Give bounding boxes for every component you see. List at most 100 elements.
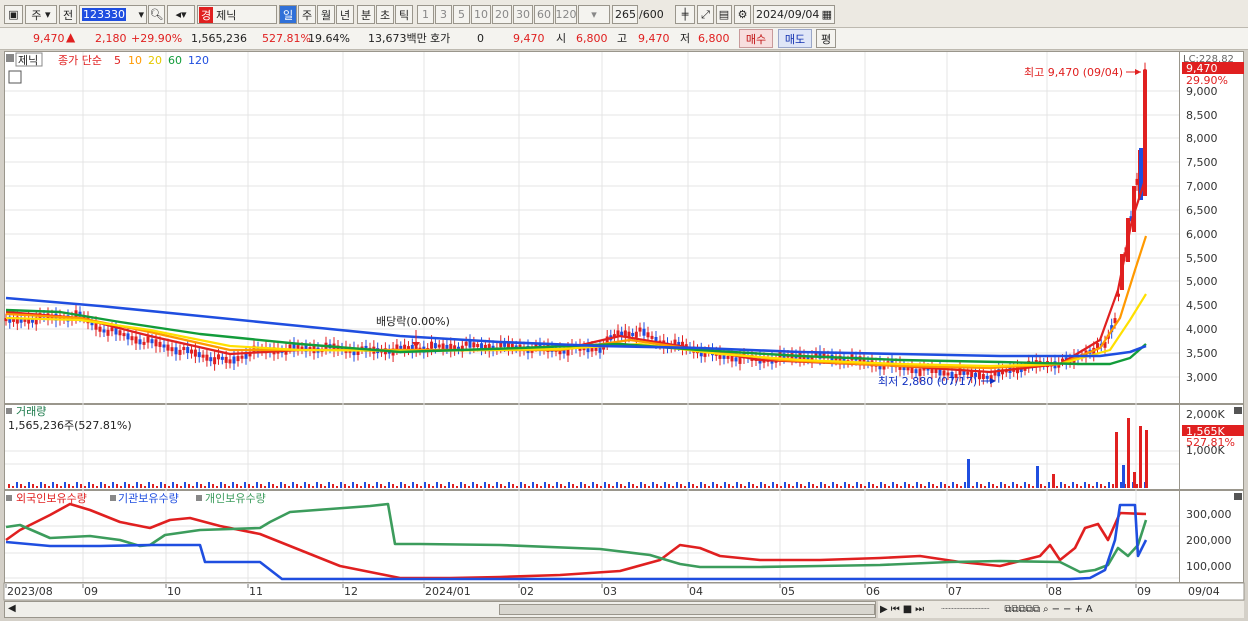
candle-body <box>193 349 197 357</box>
ma-legend-10: 10 <box>128 54 142 67</box>
volume-bar <box>392 484 394 488</box>
volume-bar <box>68 484 70 488</box>
volume-bar <box>96 486 98 488</box>
volume-bar <box>748 482 750 488</box>
holding-axis-200k: 200,000 <box>1186 534 1232 547</box>
volume-bar <box>120 486 122 488</box>
holding-menu-icon[interactable] <box>6 495 12 501</box>
zoom-out-icon[interactable]: − <box>1052 604 1060 615</box>
price-axis-label: 7,500 <box>1186 156 1218 169</box>
volume-close-icon[interactable] <box>1234 407 1242 414</box>
volume-menu-icon[interactable] <box>6 408 12 414</box>
volume-bar <box>520 482 522 488</box>
volume-bar <box>356 484 358 488</box>
candle-body <box>977 372 981 380</box>
calculator-icon[interactable] <box>8 70 22 84</box>
volume-bar <box>756 486 758 488</box>
x-axis-label: 08 <box>1048 585 1062 598</box>
volume-bar <box>600 486 602 488</box>
volume-bar <box>676 482 678 488</box>
scroll-thumb[interactable] <box>499 604 875 615</box>
volume-bar <box>1115 432 1118 488</box>
volume-bar <box>772 482 774 488</box>
stop-icon[interactable]: ■ <box>903 604 912 615</box>
volume-bar <box>1056 486 1058 488</box>
candle-body <box>190 349 194 354</box>
volume-bar <box>84 486 86 488</box>
candle-body <box>146 336 150 343</box>
volume-bar <box>92 484 94 488</box>
volume-bar <box>1120 482 1122 488</box>
volume-bar <box>400 482 402 488</box>
volume-bar <box>688 482 690 488</box>
volume-bar <box>112 482 114 488</box>
volume-bar <box>312 486 314 488</box>
fast-forward-icon[interactable]: ⏭ <box>915 604 924 615</box>
panel-menu-icon[interactable] <box>6 54 14 62</box>
volume-bar <box>1068 486 1070 488</box>
volume-bar <box>736 482 738 488</box>
candle-body <box>182 347 186 351</box>
volume-bar <box>924 486 926 488</box>
high-pointer-arrow <box>1135 69 1141 75</box>
line-icon[interactable]: − <box>1063 604 1071 615</box>
volume-bar <box>452 484 454 488</box>
candle-body <box>464 341 468 346</box>
scroll-right-icon[interactable]: ▶ <box>880 604 888 615</box>
volume-bar <box>504 486 506 488</box>
candle-body <box>134 336 138 344</box>
holding-legend-sep-1 <box>110 495 116 501</box>
volume-bar <box>672 486 674 488</box>
chart-canvas[interactable]: 제닉 종가 단순 5 10 20 60 120 최고 9,470 (09/04)… <box>0 0 1248 621</box>
rewind-icon[interactable]: ⏮ <box>891 604 900 615</box>
volume-bar <box>148 482 150 488</box>
volume-bar <box>428 484 430 488</box>
font-size-icon[interactable]: A <box>1086 604 1093 615</box>
volume-bar <box>484 482 486 488</box>
volume-bar <box>844 482 846 488</box>
volume-bar <box>888 486 890 488</box>
horizontal-scrollbar[interactable]: ◀ <box>4 601 876 618</box>
volume-bar <box>340 482 342 488</box>
volume-bar <box>496 482 498 488</box>
volume-bar <box>192 486 194 488</box>
candle-body <box>433 343 437 349</box>
candle-body <box>224 356 228 363</box>
volume-bar <box>52 482 54 488</box>
candle-body <box>213 357 217 365</box>
volume-bar <box>344 484 346 488</box>
volume-info: 1,565,236주(527.81%) <box>8 419 132 432</box>
volume-bar <box>900 486 902 488</box>
volume-bar <box>796 482 798 488</box>
candle-body <box>634 331 638 338</box>
x-axis-label: 12 <box>344 585 358 598</box>
price-axis-label: 3,000 <box>1186 371 1218 384</box>
volume-bar <box>320 484 322 488</box>
scroll-left-icon[interactable]: ◀ <box>8 603 16 614</box>
volume-bar <box>224 484 226 488</box>
candle-body <box>395 344 399 350</box>
volume-bar <box>104 484 106 488</box>
ma-legend-5: 5 <box>114 54 121 67</box>
candle-body <box>594 347 598 351</box>
volume-bar <box>536 484 538 488</box>
zoom-tools-icon[interactable]: ⧉⧉⧉⧉⧉ <box>1004 604 1040 615</box>
zoom-search-icon[interactable]: ⌕ <box>1043 604 1049 615</box>
holding-close-icon[interactable] <box>1234 493 1242 500</box>
volume-bar <box>856 482 858 488</box>
volume-bar <box>388 482 390 488</box>
volume-bar <box>464 484 466 488</box>
volume-bar <box>840 486 842 488</box>
price-axis-label: 4,000 <box>1186 323 1218 336</box>
volume-bar <box>184 482 186 488</box>
volume-bar <box>588 486 590 488</box>
zoom-in-icon[interactable]: + <box>1074 604 1082 615</box>
price-axis-label: 5,500 <box>1186 252 1218 265</box>
volume-bar <box>544 482 546 488</box>
volume-bar <box>308 484 310 488</box>
candle-body <box>220 356 224 360</box>
volume-bar <box>692 484 694 488</box>
slider-track-icon[interactable]: ┈┈┈┈┈┈┈┈ <box>941 604 989 615</box>
price-axis-label: 4,500 <box>1186 299 1218 312</box>
volume-bar <box>580 482 582 488</box>
